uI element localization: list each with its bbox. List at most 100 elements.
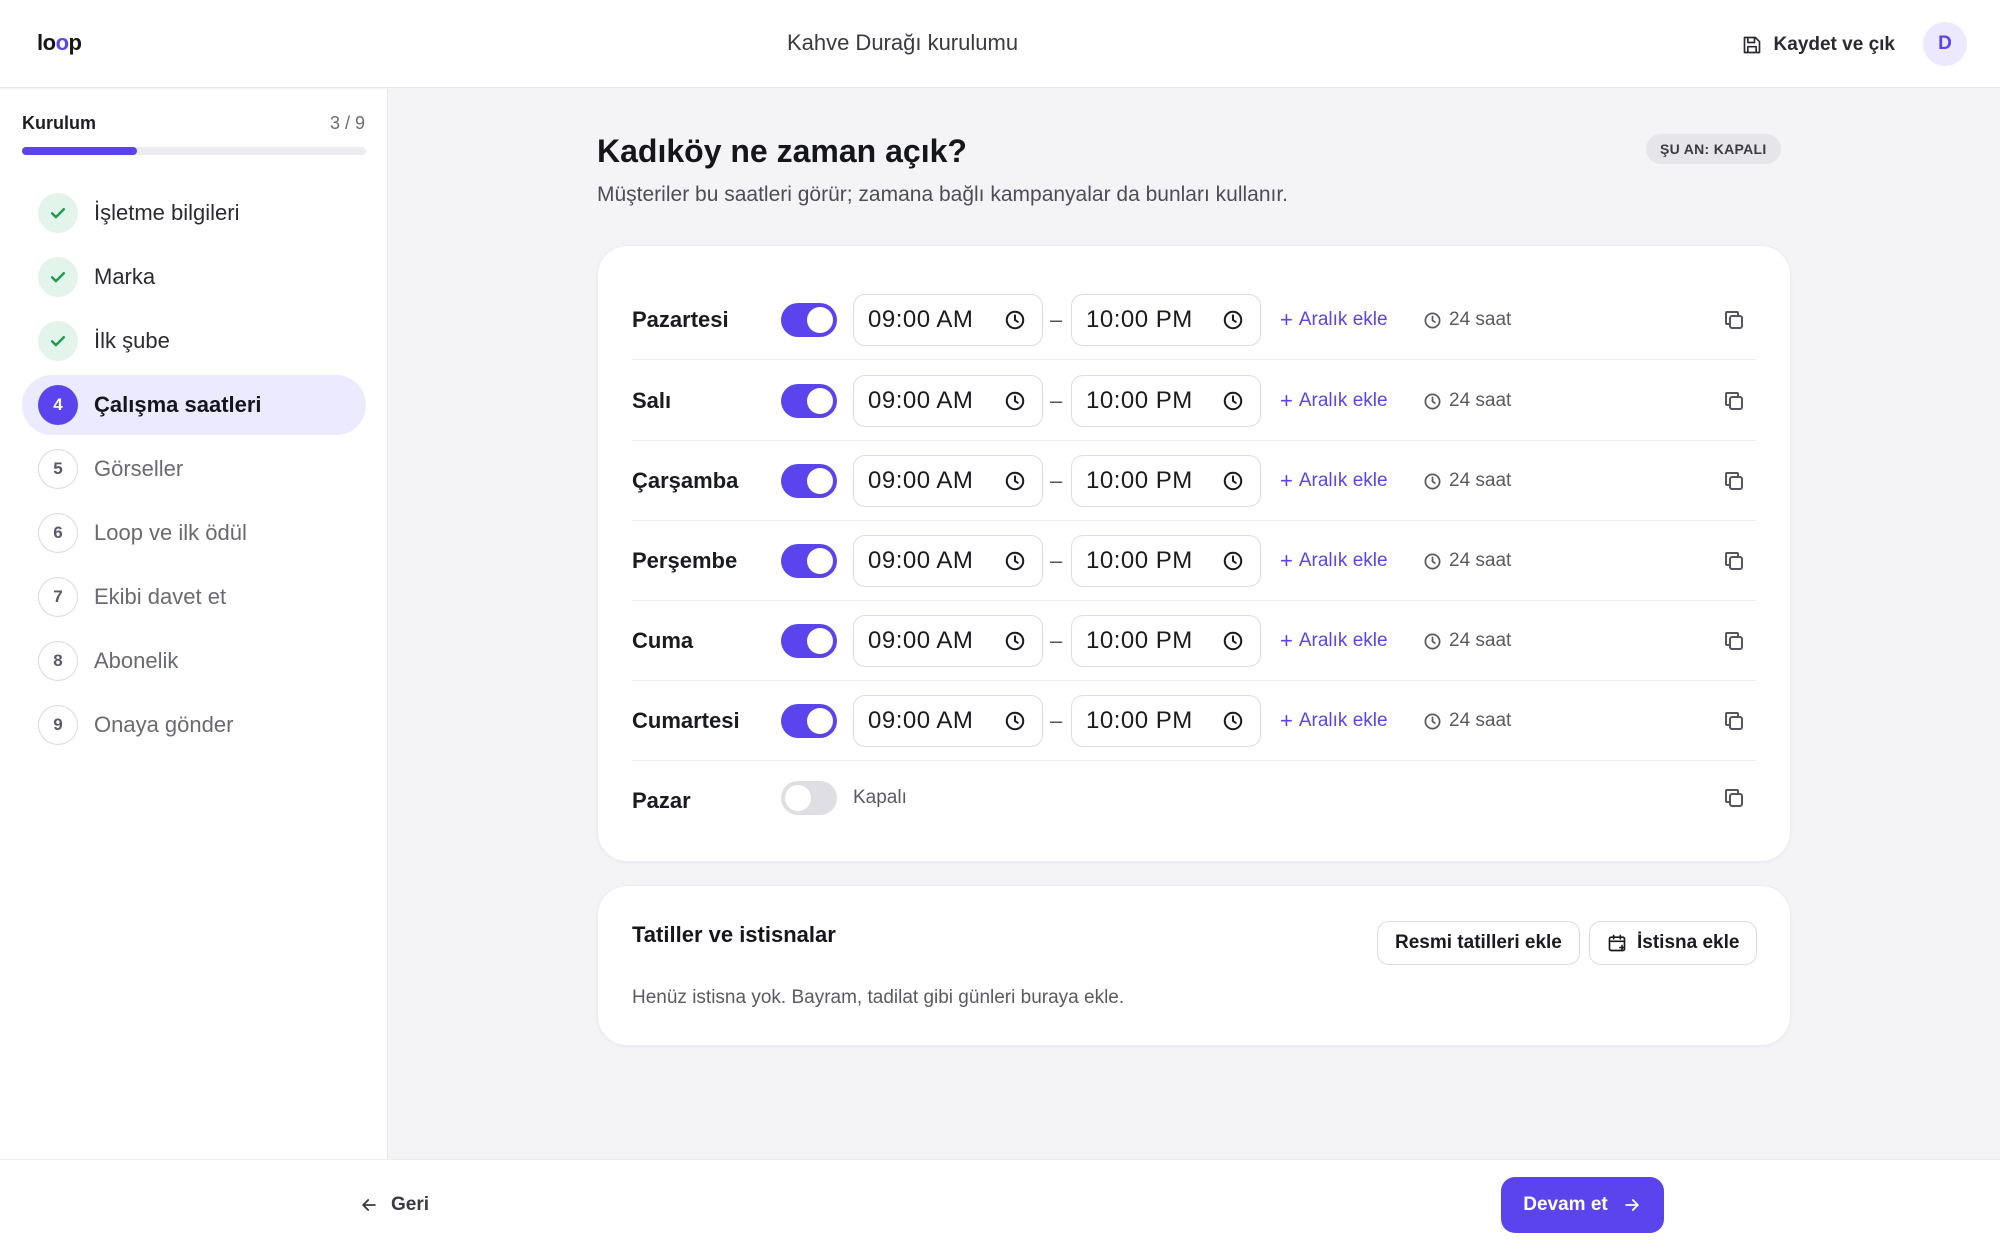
day-open-toggle[interactable] [781, 624, 837, 658]
clock-icon[interactable] [1004, 710, 1026, 739]
close-time-input[interactable]: 10:00 PM [1071, 375, 1261, 427]
add-range-button[interactable]: + Aralık ekle [1280, 601, 1388, 681]
open-time-input[interactable]: 09:00 AM [853, 695, 1043, 747]
plus-icon: + [1280, 307, 1293, 332]
step-number: 8 [38, 641, 78, 681]
save-exit-label: Kaydet ve çık [1773, 34, 1895, 55]
clock-icon[interactable] [1222, 710, 1244, 739]
sidebar-title: Kurulum [22, 113, 96, 133]
close-time-value: 10:00 PM [1086, 467, 1193, 494]
day-open-toggle[interactable] [781, 464, 837, 498]
close-time-input[interactable]: 10:00 PM [1071, 695, 1261, 747]
add-range-label: Aralık ekle [1298, 710, 1388, 731]
day-open-toggle[interactable] [781, 544, 837, 578]
add-range-button[interactable]: + Aralık ekle [1280, 361, 1388, 441]
sidebar-step[interactable]: 8 Abonelik [22, 631, 366, 691]
avatar[interactable]: D [1923, 22, 1967, 66]
day-row: Pazar Kapalı [632, 761, 1756, 835]
clock-icon [1423, 552, 1442, 571]
top-bar: loop Kahve Durağı kurulumu Kaydet ve çık… [0, 0, 2000, 88]
save-exit-button[interactable]: Kaydet ve çık [1742, 28, 1895, 62]
sidebar-step[interactable]: 4 Çalışma saatleri [22, 375, 366, 435]
close-time-input[interactable]: 10:00 PM [1071, 455, 1261, 507]
clock-icon[interactable] [1222, 309, 1244, 338]
copy-icon[interactable] [1722, 629, 1746, 653]
day-name: Çarşamba [632, 468, 739, 493]
sidebar-step[interactable]: İlk şube [22, 311, 366, 371]
clock-icon[interactable] [1004, 470, 1026, 499]
range-dash: – [1050, 628, 1063, 653]
day-row: Cuma 09:00 AM –10:00 PM + Aralık ekle 24 saat [632, 601, 1756, 681]
add-public-holidays-label: Resmi tatilleri ekle [1395, 932, 1562, 953]
clock-icon[interactable] [1004, 630, 1026, 659]
add-exception-button[interactable]: İstisna ekle [1589, 921, 1758, 965]
sidebar-step-label: Abonelik [94, 648, 179, 673]
open-time-input[interactable]: 09:00 AM [853, 535, 1043, 587]
copy-icon[interactable] [1722, 709, 1746, 733]
open-time-input[interactable]: 09:00 AM [853, 375, 1043, 427]
copy-icon[interactable] [1722, 549, 1746, 573]
add-range-button[interactable]: + Aralık ekle [1280, 441, 1388, 521]
clock-icon [1423, 311, 1442, 330]
add-range-button[interactable]: + Aralık ekle [1280, 521, 1388, 601]
duration-info: 24 saat [1423, 280, 1511, 360]
clock-icon [1423, 632, 1442, 651]
range-dash: – [1050, 468, 1063, 493]
clock-icon[interactable] [1222, 470, 1244, 499]
clock-icon[interactable] [1222, 630, 1244, 659]
duration-value: 24 saat [1449, 630, 1512, 651]
status-badge: ŞU AN: KAPALI [1646, 134, 1781, 164]
clock-icon[interactable] [1004, 309, 1026, 338]
duration-info: 24 saat [1423, 521, 1511, 601]
clock-icon[interactable] [1004, 390, 1026, 419]
sidebar-step[interactable]: 5 Görseller [22, 439, 366, 499]
add-range-label: Aralık ekle [1298, 630, 1388, 651]
copy-icon[interactable] [1722, 308, 1746, 332]
day-open-toggle[interactable] [781, 384, 837, 418]
sidebar-step[interactable]: 9 Onaya gönder [22, 695, 366, 755]
open-time-input[interactable]: 09:00 AM [853, 615, 1043, 667]
close-time-input[interactable]: 10:00 PM [1071, 535, 1261, 587]
sidebar-step-label: Ekibi davet et [94, 584, 227, 609]
duration-value: 24 saat [1449, 550, 1512, 571]
check-icon [38, 321, 78, 361]
arrow-right-icon [1625, 1199, 1639, 1211]
day-row: Cumartesi 09:00 AM –10:00 PM + Aralık ekle 24… [632, 681, 1756, 761]
sidebar-step[interactable]: İşletme bilgileri [22, 183, 366, 243]
holidays-empty-text: Henüz istisna yok. Bayram, tadilat gibi … [632, 987, 1125, 1008]
add-public-holidays-button[interactable]: Resmi tatilleri ekle [1377, 921, 1580, 965]
clock-icon[interactable] [1004, 550, 1026, 579]
step-number: 9 [38, 705, 78, 745]
continue-button[interactable]: Devam et [1501, 1177, 1664, 1233]
open-time-value: 09:00 AM [868, 387, 974, 414]
duration-info: 24 saat [1423, 601, 1511, 681]
open-time-input[interactable]: 09:00 AM [853, 455, 1043, 507]
add-range-button[interactable]: + Aralık ekle [1280, 681, 1388, 761]
copy-icon[interactable] [1722, 389, 1746, 413]
day-open-toggle[interactable] [781, 781, 837, 815]
sidebar-step[interactable]: 7 Ekibi davet et [22, 567, 366, 627]
close-time-value: 10:00 PM [1086, 306, 1193, 333]
close-time-input[interactable]: 10:00 PM [1071, 294, 1261, 346]
clock-icon[interactable] [1222, 550, 1244, 579]
copy-icon[interactable] [1722, 469, 1746, 493]
copy-icon[interactable] [1722, 786, 1746, 810]
range-dash: – [1050, 548, 1063, 573]
add-range-label: Aralık ekle [1298, 550, 1388, 571]
day-open-toggle[interactable] [781, 303, 837, 337]
close-time-input[interactable]: 10:00 PM [1071, 615, 1261, 667]
duration-value: 24 saat [1449, 710, 1512, 731]
calendar-plus-icon [1608, 934, 1626, 952]
range-dash: – [1050, 307, 1063, 332]
clock-icon[interactable] [1222, 390, 1244, 419]
add-range-button[interactable]: + Aralık ekle [1280, 280, 1388, 360]
sidebar-step[interactable]: 6 Loop ve ilk ödül [22, 503, 366, 563]
back-button[interactable]: Geri [359, 1194, 429, 1216]
toggle-knob [807, 307, 833, 333]
plus-icon: + [1280, 388, 1293, 413]
day-name: Salı [632, 388, 672, 413]
step-number: 4 [38, 385, 78, 425]
day-open-toggle[interactable] [781, 704, 837, 738]
sidebar-step[interactable]: Marka [22, 247, 366, 307]
open-time-input[interactable]: 09:00 AM [853, 294, 1043, 346]
